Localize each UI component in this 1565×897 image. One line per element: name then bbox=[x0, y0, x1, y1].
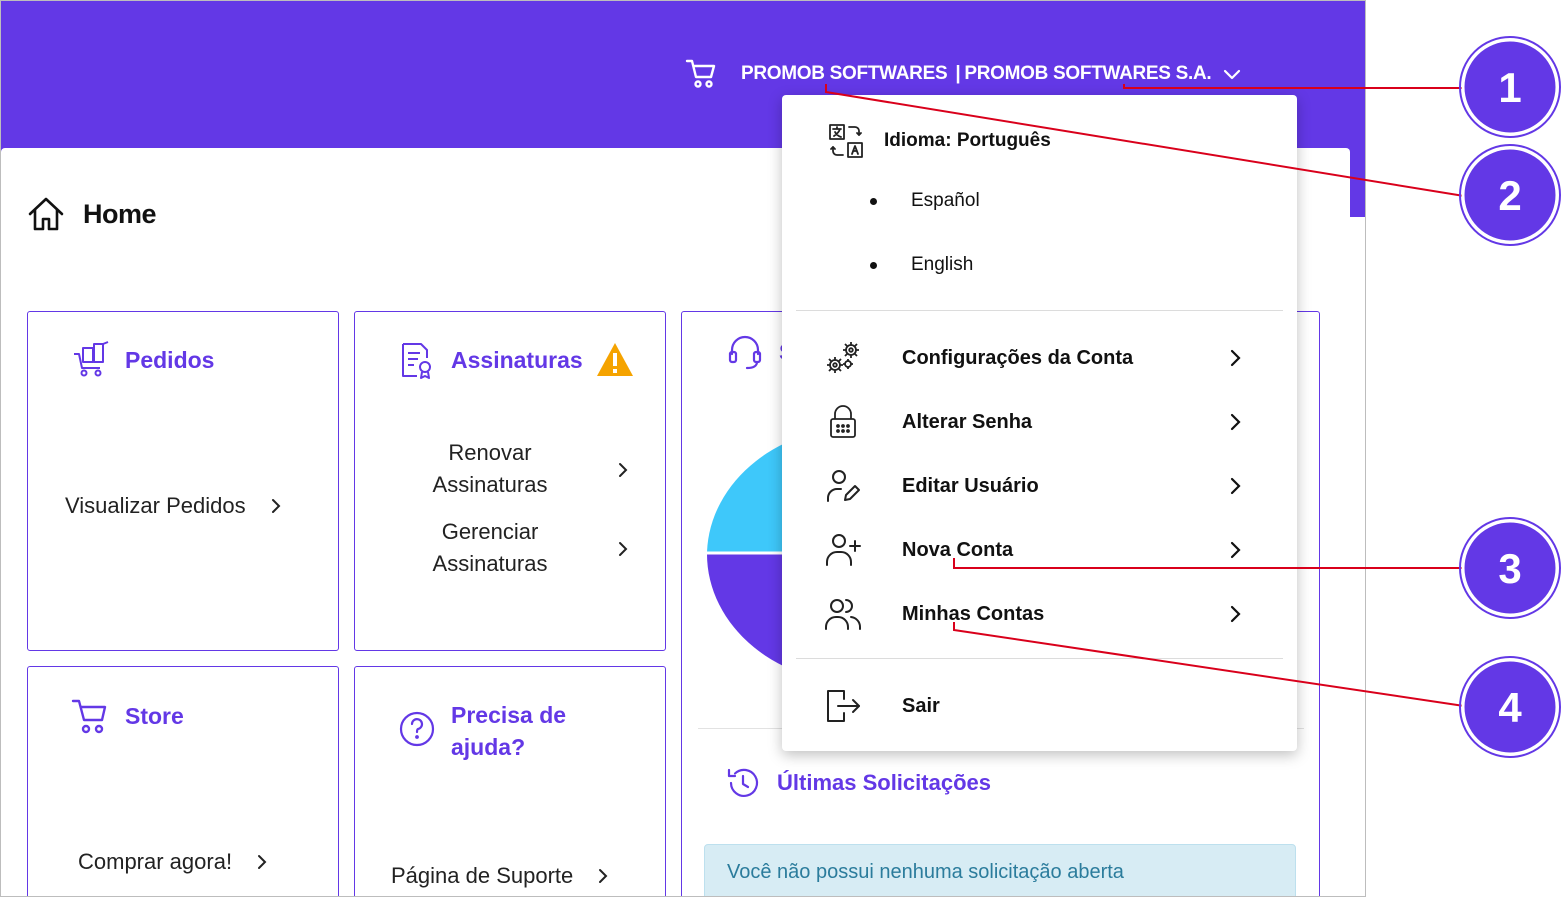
card-ajuda-label-1: Precisa de bbox=[451, 702, 567, 728]
link-gerenciar-assinaturas[interactable]: Gerenciar Assinaturas bbox=[401, 516, 579, 580]
chevron-right-icon[interactable] bbox=[268, 498, 284, 514]
link-pagina-suporte[interactable]: Página de Suporte bbox=[391, 863, 611, 889]
callout-4: 4 bbox=[1498, 684, 1522, 731]
card-store-label: Store bbox=[125, 702, 184, 729]
cart-box-icon bbox=[74, 341, 109, 377]
bullet bbox=[870, 197, 877, 205]
cart-icon bbox=[71, 699, 107, 734]
menu-item-nova-conta[interactable]: Nova Conta bbox=[824, 530, 1244, 570]
chevron-right-icon[interactable] bbox=[1226, 541, 1244, 559]
menu-item-nova-conta-label[interactable]: Nova Conta bbox=[902, 539, 1226, 562]
cart-icon[interactable] bbox=[685, 57, 719, 91]
history-icon bbox=[727, 768, 759, 797]
language-option-espanol-label[interactable]: Español bbox=[911, 190, 980, 212]
language-option-english-label[interactable]: English bbox=[911, 254, 973, 276]
card-pedidos-label: Pedidos bbox=[125, 346, 215, 373]
link-renovar-assinaturas-label[interactable]: Renovar Assinaturas bbox=[433, 440, 548, 497]
menu-item-configuracoes[interactable]: Configurações da Conta bbox=[824, 338, 1244, 378]
card-ajuda-label-2: ajuda? bbox=[451, 734, 526, 760]
chevron-right-icon[interactable] bbox=[615, 541, 631, 557]
question-icon bbox=[399, 711, 435, 747]
headset-icon bbox=[728, 335, 762, 370]
user-edit-icon bbox=[827, 470, 860, 502]
menu-divider bbox=[796, 310, 1283, 311]
gears-icon bbox=[827, 342, 859, 373]
account-dropdown-menu: Idioma: Português Español English Config… bbox=[782, 95, 1297, 751]
company-name[interactable]: PROMOB SOFTWARES bbox=[741, 63, 948, 85]
card-ajuda-title: Precisa de ajuda? bbox=[451, 699, 566, 763]
language-option-espanol[interactable]: Español bbox=[870, 190, 980, 212]
callout-3: 3 bbox=[1498, 545, 1521, 592]
menu-item-configuracoes-label[interactable]: Configurações da Conta bbox=[902, 347, 1226, 370]
chevron-right-icon[interactable] bbox=[595, 868, 611, 884]
ultimas-solicitacoes-heading: Últimas Solicitações bbox=[725, 765, 991, 801]
menu-item-minhas-contas-label[interactable]: Minhas Contas bbox=[902, 603, 1226, 626]
link-comprar-agora-label[interactable]: Comprar agora! bbox=[78, 849, 232, 875]
chevron-right-icon[interactable] bbox=[1226, 413, 1244, 431]
account-menu-trigger[interactable]: PROMOB SOFTWARES | PROMOB SOFTWARES S.A. bbox=[685, 56, 1243, 92]
lock-icon bbox=[830, 405, 856, 438]
home-icon bbox=[28, 197, 64, 231]
document-badge-icon bbox=[402, 343, 431, 379]
page-title: Home bbox=[83, 198, 157, 229]
chevron-right-icon[interactable] bbox=[254, 854, 270, 870]
chevron-right-icon[interactable] bbox=[1226, 477, 1244, 495]
translate-icon bbox=[829, 124, 863, 158]
link-visualizar-pedidos[interactable]: Visualizar Pedidos bbox=[65, 493, 284, 519]
chevron-right-icon[interactable] bbox=[1226, 605, 1244, 623]
callout-2: 2 bbox=[1498, 172, 1521, 219]
screenshot-stage: PROMOB SOFTWARES | PROMOB SOFTWARES S.A.… bbox=[0, 0, 1565, 897]
menu-item-minhas-contas[interactable]: Minhas Contas bbox=[824, 594, 1244, 634]
card-store-title: Store bbox=[71, 696, 184, 736]
link-pagina-suporte-label[interactable]: Página de Suporte bbox=[391, 863, 573, 889]
chevron-right-icon[interactable] bbox=[1226, 349, 1244, 367]
menu-item-editar-usuario[interactable]: Editar Usuário bbox=[824, 466, 1244, 506]
logout-icon bbox=[827, 690, 860, 722]
ultimas-solicitacoes-label: Últimas Solicitações bbox=[777, 770, 991, 795]
chevron-right-icon[interactable] bbox=[615, 462, 631, 478]
app-window: PROMOB SOFTWARES | PROMOB SOFTWARES S.A.… bbox=[0, 0, 1366, 897]
card-pedidos-title: Pedidos bbox=[71, 340, 214, 380]
menu-item-sair[interactable]: Sair bbox=[824, 686, 1244, 726]
card-assinaturas-title: Assinaturas bbox=[397, 340, 635, 380]
user-add-icon bbox=[826, 534, 861, 566]
warning-icon bbox=[596, 343, 633, 376]
link-visualizar-pedidos-label[interactable]: Visualizar Pedidos bbox=[65, 493, 246, 519]
language-option-english[interactable]: English bbox=[870, 254, 973, 276]
chevron-down-icon[interactable] bbox=[1221, 63, 1243, 85]
callout-1: 1 bbox=[1498, 64, 1521, 111]
link-renovar-assinaturas[interactable]: Renovar Assinaturas bbox=[401, 437, 579, 501]
menu-item-editar-usuario-label[interactable]: Editar Usuário bbox=[902, 475, 1226, 498]
link-gerenciar-assinaturas-label[interactable]: Gerenciar Assinaturas bbox=[433, 519, 548, 576]
language-label[interactable]: Idioma: Português bbox=[884, 130, 1051, 152]
header-separator: | bbox=[955, 63, 961, 84]
menu-item-alterar-senha-label[interactable]: Alterar Senha bbox=[902, 411, 1226, 434]
menu-divider bbox=[796, 658, 1283, 659]
account-name[interactable]: PROMOB SOFTWARES S.A. bbox=[964, 63, 1211, 85]
no-requests-alert: Você não possui nenhuma solicitação aber… bbox=[704, 844, 1296, 896]
menu-item-sair-label[interactable]: Sair bbox=[902, 695, 1244, 718]
card-assinaturas-label: Assinaturas bbox=[451, 346, 583, 373]
menu-item-alterar-senha[interactable]: Alterar Senha bbox=[824, 402, 1244, 442]
breadcrumb: Home bbox=[27, 195, 157, 233]
language-selector[interactable]: Idioma: Português bbox=[828, 123, 1051, 159]
users-icon bbox=[825, 599, 862, 630]
bullet bbox=[870, 261, 877, 269]
no-requests-text: Você não possui nenhuma solicitação aber… bbox=[727, 861, 1124, 883]
link-comprar-agora[interactable]: Comprar agora! bbox=[78, 849, 270, 875]
